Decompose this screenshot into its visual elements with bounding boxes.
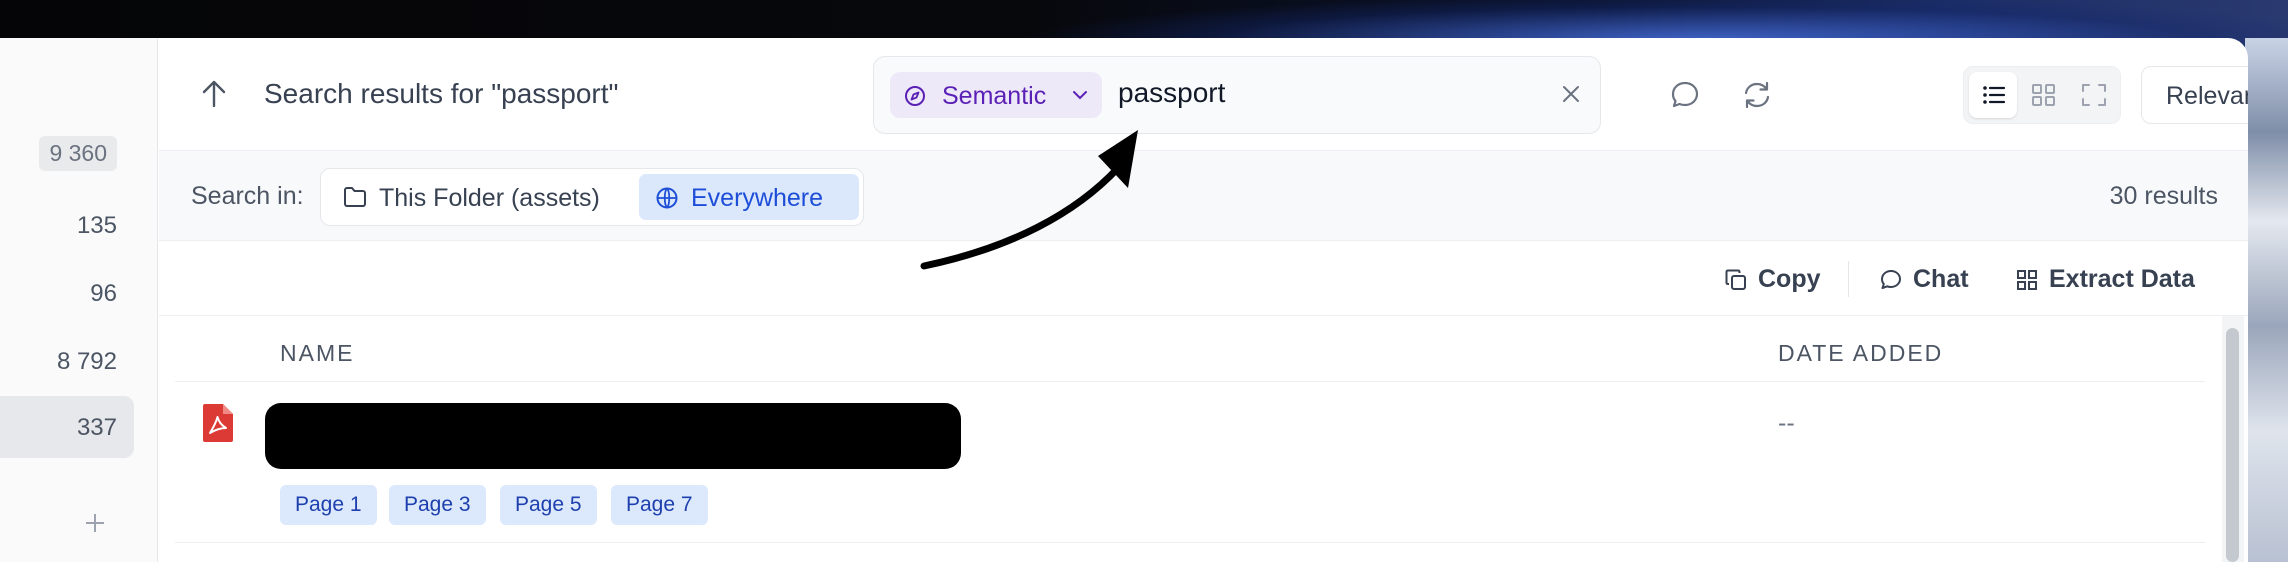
- close-icon: [1563, 86, 1579, 102]
- globe-icon: [656, 187, 678, 209]
- compass-icon: [905, 86, 925, 106]
- folder-count-selected[interactable]: 337: [77, 414, 117, 442]
- page-chip[interactable]: Page 3: [389, 485, 486, 525]
- page-chip[interactable]: Page 7: [611, 485, 708, 525]
- grid-view-button[interactable]: [2019, 72, 2067, 118]
- table-row[interactable]: Page 1 Page 3 Page 5 Page 7 --: [175, 383, 2205, 543]
- refresh-icon: [1744, 81, 1770, 109]
- view-mode-toggle: [1963, 66, 2121, 124]
- chat-button[interactable]: [1668, 78, 1702, 112]
- clear-search-button[interactable]: [1558, 81, 1584, 107]
- scrollbar-thumb[interactable]: [2226, 328, 2239, 562]
- scope-everywhere-button[interactable]: Everywhere: [639, 174, 859, 220]
- column-header-date-added[interactable]: DATE ADDED: [1778, 340, 1943, 367]
- search-scope-label: Search in:: [191, 182, 304, 210]
- divider: [1848, 261, 1849, 297]
- search-box[interactable]: Semantic passport: [873, 56, 1601, 134]
- chat-bubble-icon: [1881, 270, 1901, 289]
- results-count: 30 results: [2109, 182, 2218, 210]
- folder-icon: [344, 187, 366, 207]
- fullscreen-view-button[interactable]: [2069, 72, 2117, 118]
- page-chip[interactable]: Page 1: [280, 485, 377, 525]
- list-icon: [1983, 86, 2006, 104]
- folder-count[interactable]: 8 792: [57, 348, 117, 376]
- folder-count-badge[interactable]: 9 360: [39, 136, 117, 171]
- search-mode-label: Semantic: [942, 82, 1047, 110]
- grid-icon: [2032, 84, 2055, 106]
- search-scope-toggle: This Folder (assets) Everywhere: [320, 168, 864, 226]
- scope-this-folder-label: This Folder (assets): [379, 184, 600, 212]
- expand-icon: [2082, 84, 2106, 106]
- results-actions-bar: Copy Chat Extract Data: [159, 241, 2248, 316]
- page-chip[interactable]: Page 5: [500, 485, 597, 525]
- search-mode-dropdown[interactable]: Semantic: [890, 72, 1102, 118]
- results-table: NAME DATE ADDED Page 1 Page 3 Page 5 Pag…: [175, 316, 2205, 562]
- date-added-cell: --: [1778, 409, 1795, 437]
- list-view-button[interactable]: [1969, 72, 2017, 118]
- page-title: Search results for "passport": [264, 78, 619, 109]
- grid-icon: [2017, 270, 2037, 290]
- copy-label: Copy: [1758, 265, 1821, 293]
- refresh-button[interactable]: [1740, 78, 1774, 112]
- scope-this-folder-button[interactable]: This Folder (assets): [327, 174, 633, 220]
- folder-count-column: 9 360 135 96 8 792 337: [0, 38, 158, 562]
- copy-icon: [1725, 269, 1746, 290]
- back-up-button[interactable]: [199, 76, 229, 110]
- results-header: Search results for "passport" Semantic p…: [159, 38, 2248, 151]
- sort-label: Relevance: [2166, 82, 2248, 110]
- desktop-wallpaper-edge: [2245, 38, 2288, 562]
- folder-count[interactable]: 135: [77, 212, 117, 240]
- extract-data-label: Extract Data: [2049, 265, 2195, 293]
- plus-icon: [86, 514, 104, 532]
- search-input[interactable]: passport: [1118, 77, 1225, 109]
- scope-everywhere-label: Everywhere: [691, 184, 823, 212]
- app-window: 9 360 135 96 8 792 337 Search results fo…: [0, 38, 2248, 562]
- sort-dropdown[interactable]: Relevance: [2141, 66, 2248, 124]
- folder-count[interactable]: 96: [90, 280, 117, 308]
- pdf-file-icon: [203, 404, 233, 442]
- chat-label: Chat: [1913, 265, 1969, 293]
- add-folder-button[interactable]: [80, 508, 110, 538]
- chat-bubble-icon: [1671, 81, 1699, 108]
- chevron-down-icon: [1073, 91, 1087, 100]
- redacted-file-name[interactable]: [265, 403, 961, 469]
- column-header-name[interactable]: NAME: [280, 340, 354, 367]
- table-header: NAME DATE ADDED: [175, 316, 2205, 382]
- search-scope-bar: Search in: This Folder (assets) Everywhe…: [159, 151, 2248, 241]
- arrow-up-icon: [202, 80, 226, 108]
